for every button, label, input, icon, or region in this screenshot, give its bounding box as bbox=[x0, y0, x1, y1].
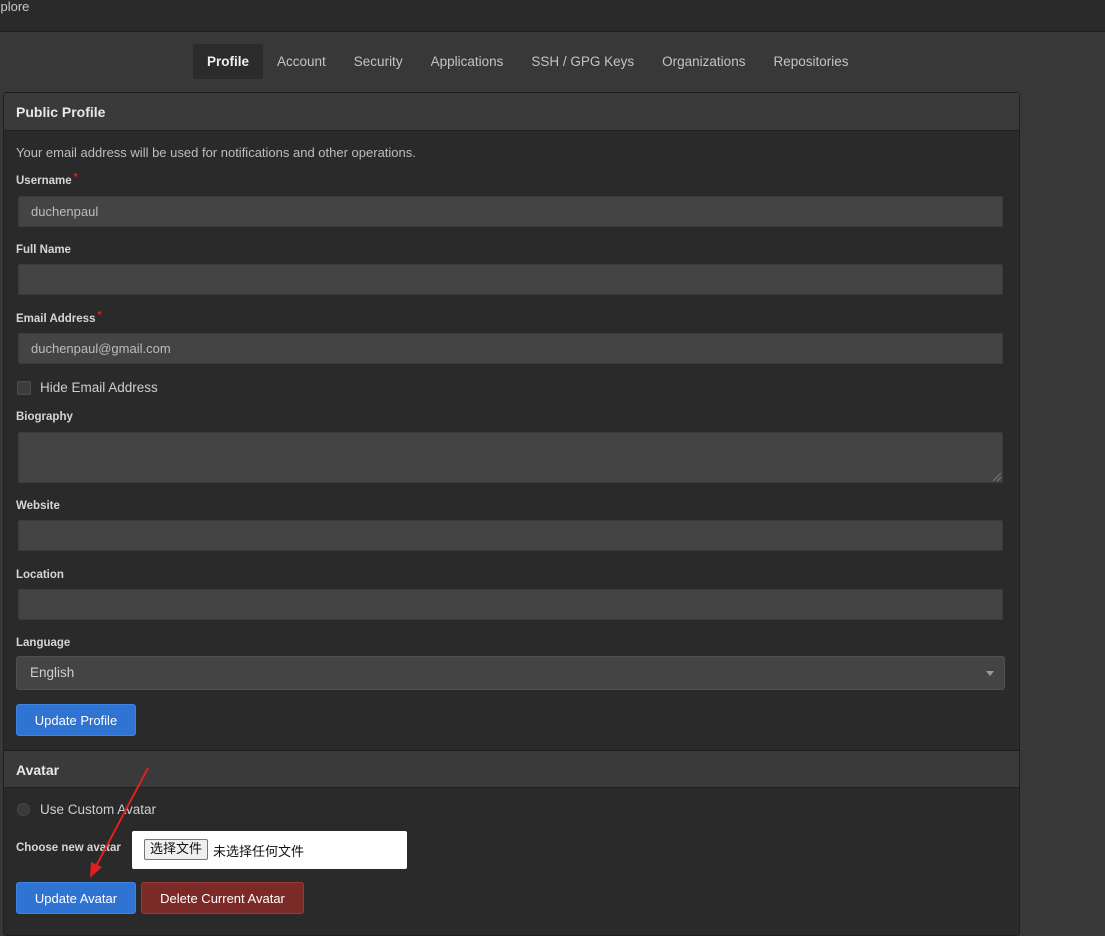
avatar-file-input[interactable]: 选择文件 未选择任何文件 bbox=[132, 831, 407, 869]
tab-organizations[interactable]: Organizations bbox=[648, 44, 759, 79]
settings-tabs: Profile Account Security Applications SS… bbox=[193, 44, 863, 80]
tab-ssh-gpg-keys[interactable]: SSH / GPG Keys bbox=[517, 44, 648, 79]
language-dropdown[interactable]: English bbox=[16, 656, 1005, 690]
update-profile-button[interactable]: Update Profile bbox=[16, 704, 136, 736]
language-label: Language bbox=[16, 637, 71, 649]
resize-handle-icon[interactable] bbox=[993, 473, 1001, 481]
dropdown-caret-icon bbox=[986, 671, 994, 676]
website-input[interactable] bbox=[18, 520, 1003, 551]
tab-security[interactable]: Security bbox=[340, 44, 417, 79]
tab-account[interactable]: Account bbox=[263, 44, 340, 79]
language-selected-value: English bbox=[30, 665, 75, 680]
email-notice-text: Your email address will be used for noti… bbox=[16, 145, 416, 160]
hide-email-label[interactable]: Hide Email Address bbox=[40, 380, 158, 395]
location-input[interactable] bbox=[18, 589, 1003, 620]
tab-applications[interactable]: Applications bbox=[417, 44, 518, 79]
annotation-arrow-icon bbox=[90, 767, 149, 878]
tab-profile[interactable]: Profile bbox=[193, 44, 264, 79]
hide-email-checkbox[interactable] bbox=[17, 381, 31, 395]
biography-textarea[interactable] bbox=[18, 432, 1003, 483]
top-navbar: xplore bbox=[0, 0, 1105, 32]
location-label: Location bbox=[16, 569, 64, 581]
full-name-input[interactable] bbox=[18, 264, 1003, 295]
use-custom-avatar-radio[interactable] bbox=[17, 803, 30, 816]
delete-avatar-button[interactable]: Delete Current Avatar bbox=[141, 882, 304, 914]
full-name-label: Full Name bbox=[16, 244, 71, 256]
update-avatar-button[interactable]: Update Avatar bbox=[16, 882, 136, 914]
required-marker: * bbox=[97, 310, 102, 321]
username-label: Username * bbox=[16, 172, 78, 187]
file-status-text: 未选择任何文件 bbox=[213, 845, 305, 860]
biography-label: Biography bbox=[16, 411, 73, 423]
username-input[interactable]: duchenpaul bbox=[18, 196, 1003, 227]
email-input[interactable]: duchenpaul@gmail.com bbox=[18, 333, 1003, 364]
website-label: Website bbox=[16, 500, 60, 512]
required-marker: * bbox=[73, 172, 78, 183]
email-label: Email Address * bbox=[16, 310, 102, 325]
tab-repositories[interactable]: Repositories bbox=[759, 44, 862, 79]
explore-link[interactable]: xplore bbox=[0, 0, 29, 14]
public-profile-header: Public Profile bbox=[4, 93, 1019, 131]
